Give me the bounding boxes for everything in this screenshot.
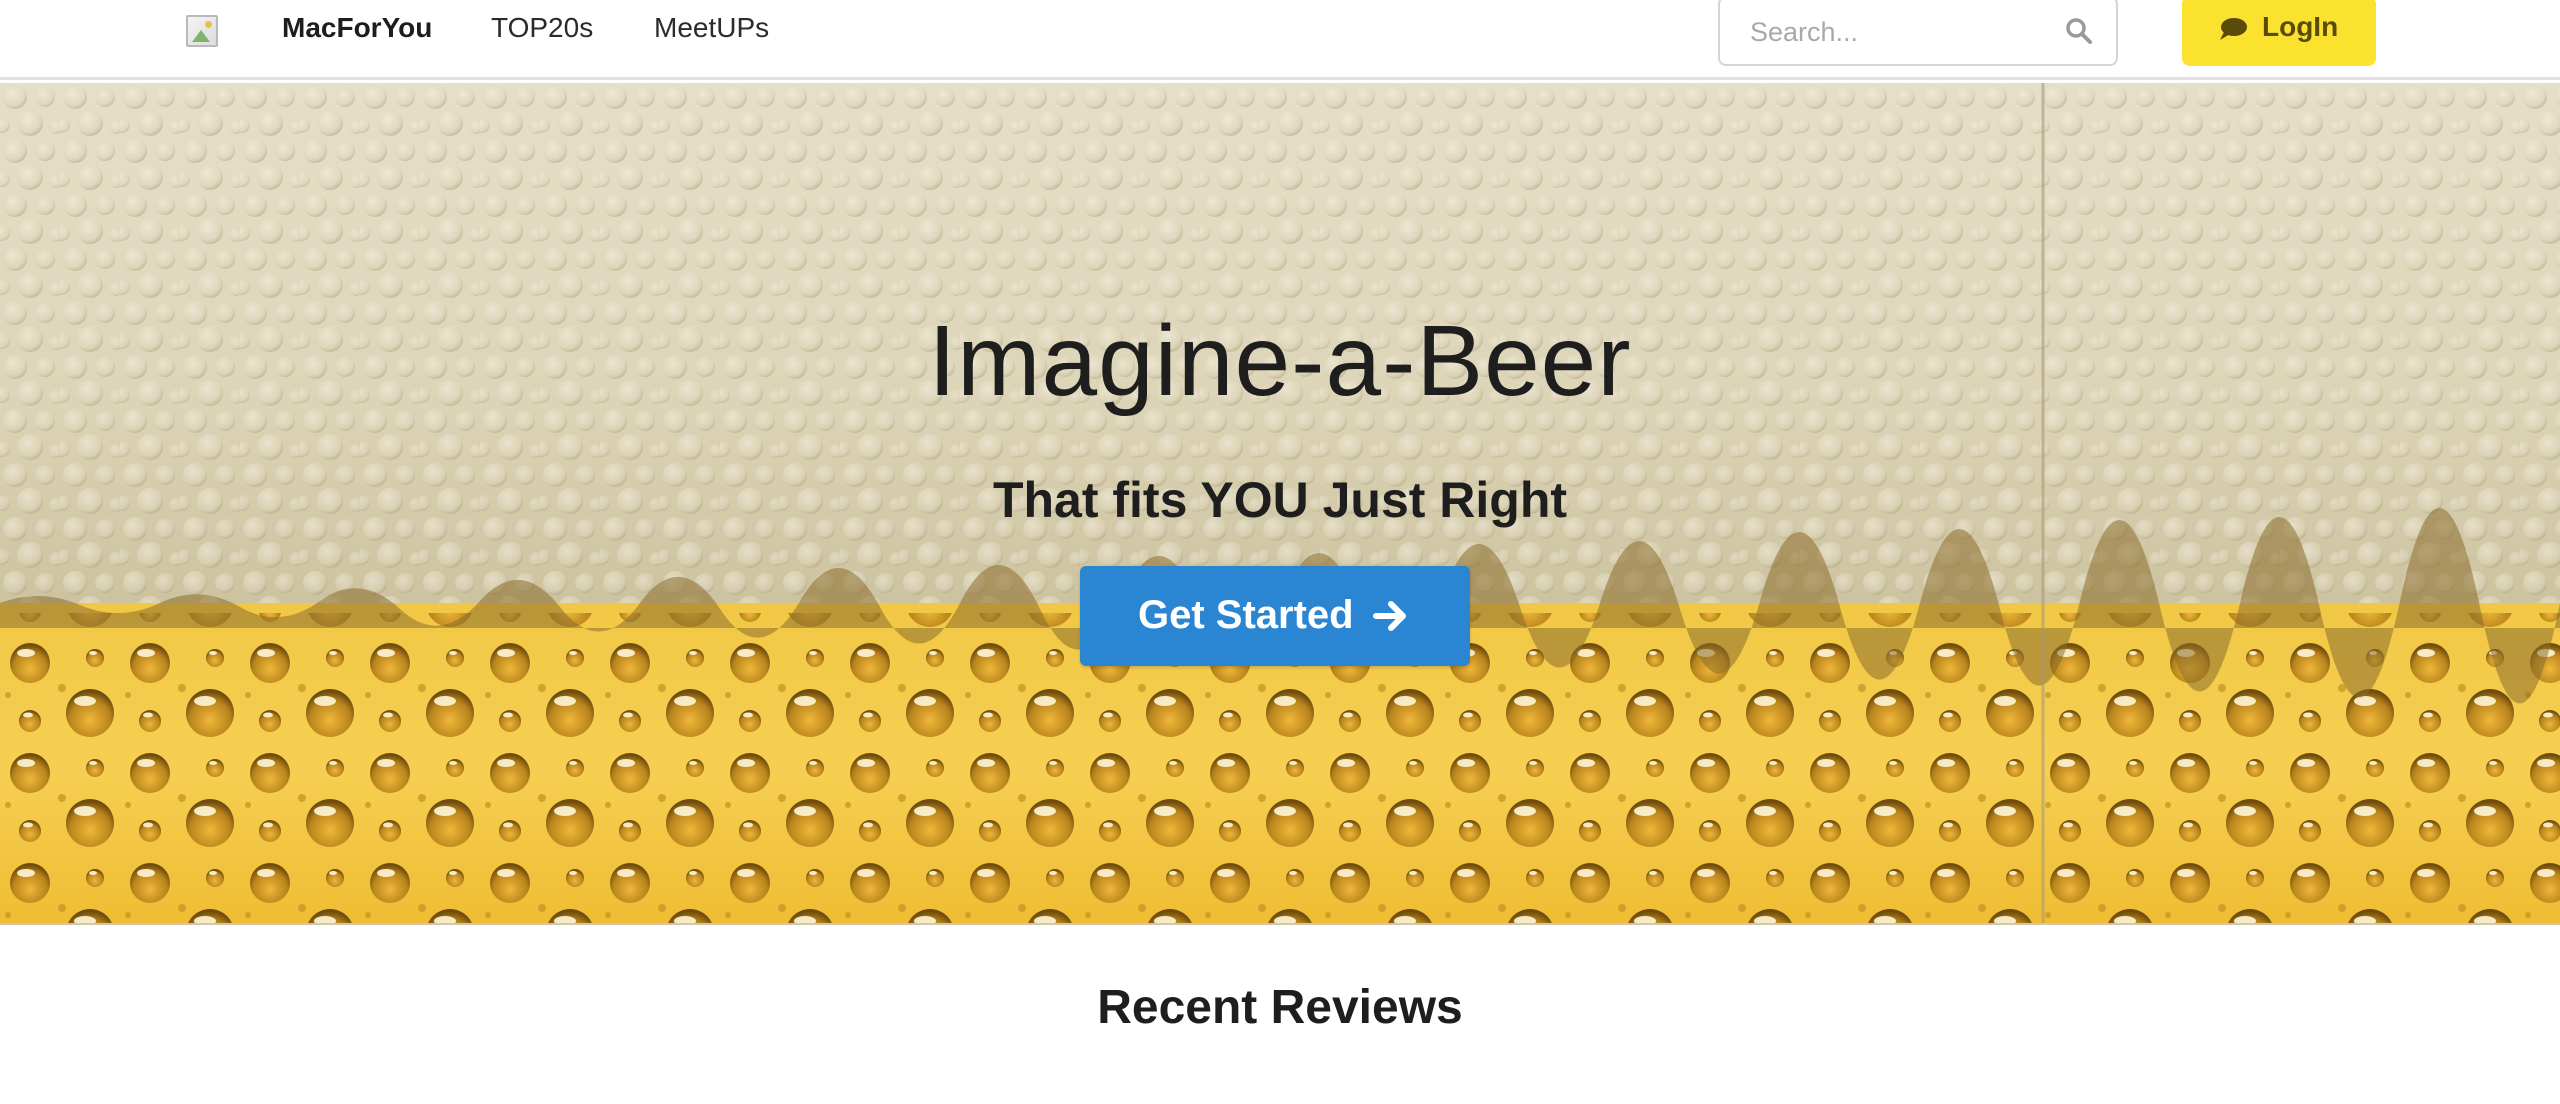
login-button-label: LogIn	[2262, 11, 2339, 42]
chat-bubble-icon	[2220, 18, 2247, 40]
nav-link-meetups[interactable]: MeetUPs	[654, 12, 769, 44]
nav-brand-link[interactable]: MacForYou	[282, 12, 432, 44]
hero-banner: Imagine-a-Beer That fits YOU Just Right …	[0, 83, 2560, 925]
search-input[interactable]	[1748, 12, 2048, 52]
login-button[interactable]: LogIn	[2182, 0, 2376, 66]
nav-link-top20s[interactable]: TOP20s	[491, 12, 593, 44]
arrow-right-icon	[1373, 601, 1406, 631]
hero-title: Imagine-a-Beer	[928, 305, 1632, 417]
get-started-label: Get Started	[1138, 593, 1354, 637]
recent-reviews-heading: Recent Reviews	[1097, 981, 1463, 1034]
top-navbar: MacForYou TOP20s MeetUPs LogIn	[0, 0, 2560, 80]
get-started-button[interactable]: Get Started	[1080, 566, 1470, 666]
search-icon[interactable]	[2064, 16, 2094, 46]
logo-image-icon[interactable]	[186, 15, 218, 47]
search-box	[1718, 0, 2118, 66]
hero-subtitle: That fits YOU Just Right	[992, 472, 1568, 528]
